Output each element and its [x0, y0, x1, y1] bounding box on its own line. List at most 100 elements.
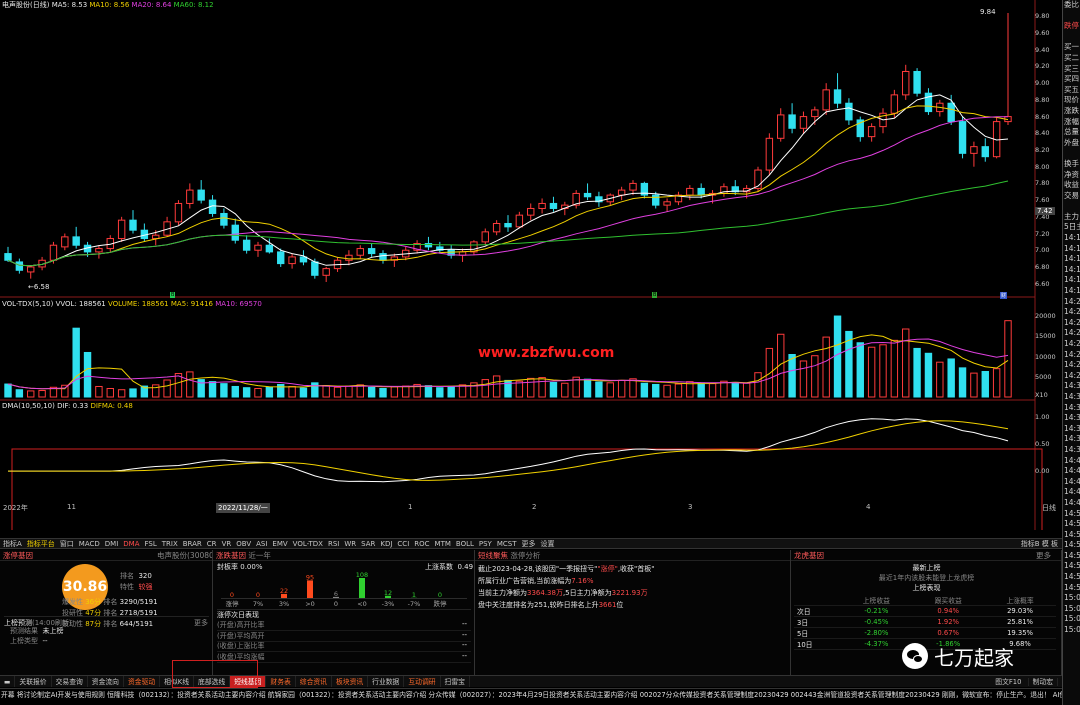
listing-performance-label: 上榜表现 [912, 584, 941, 592]
price-high-label: 9.84 [980, 8, 996, 16]
dist-label: -7% [408, 600, 421, 608]
vol-title: VOL-TDX(5,10) [2, 300, 54, 308]
indicator-tab-mtm[interactable]: MTM [435, 540, 451, 548]
indicator-tab-roc[interactable]: ROC [414, 540, 429, 548]
tabs-collapse-button[interactable]: ▬ [0, 676, 16, 687]
candle-up [288, 256, 296, 265]
indicator-tab-dma[interactable]: DMA [123, 540, 139, 548]
focus-text: 盘中关注度排名为251,较昨日排名上升 [478, 601, 599, 609]
forecast-type-label: 上榜类型 [10, 637, 38, 645]
indicator-tab-指标平台[interactable]: 指标平台 [27, 539, 55, 548]
toolbar-right-item[interactable]: 指标B [1021, 540, 1042, 548]
indicator-tab-vr[interactable]: VR [222, 540, 232, 548]
candle-down [913, 70, 921, 94]
volume-bar [288, 385, 296, 398]
volume-tick: 20000 [1035, 312, 1056, 321]
candle-up [799, 116, 808, 129]
price-tick: 8.20 [1035, 146, 1050, 154]
bottom-tab[interactable]: 关联报价 [15, 676, 52, 687]
indicator-tab-boll[interactable]: BOLL [456, 540, 474, 548]
indicator-tab-trix[interactable]: TRIX [162, 540, 178, 548]
price-tick: 7.20 [1035, 229, 1050, 238]
candle-up [322, 268, 330, 276]
indicator-tab-vol-tdx[interactable]: VOL-TDX [293, 540, 323, 548]
volume-bar [265, 386, 274, 398]
indicator-tab-rsi[interactable]: RSI [328, 540, 339, 548]
side-panel-row: 14:2 [1064, 370, 1080, 380]
side-panel-row [1063, 201, 1080, 212]
bottom-tab[interactable]: 互动调研 [404, 676, 441, 687]
price-tick: 6.80 [1035, 262, 1050, 271]
kline-chart[interactable] [0, 0, 1062, 530]
side-panel-row: 14:4 [1064, 455, 1080, 465]
wechat-badge: 七万起家 [902, 640, 1014, 672]
indicator-tab-dmi[interactable]: DMI [105, 540, 119, 548]
side-panel-row [1063, 148, 1080, 159]
indicator-tab-窗口[interactable]: 窗口 [60, 539, 74, 548]
side-panel-row [1063, 11, 1080, 22]
news-ticker[interactable]: 开幕 将讨论制定AI开发与使用规则 恒隆科技（002132）：投资者关系活动主要… [0, 688, 1080, 705]
dist-value: 0 [256, 591, 260, 599]
ma10-legend: MA10: 8.56 [89, 1, 130, 9]
bottom-tab[interactable]: 板块资讯 [332, 676, 369, 687]
volume-bar [879, 344, 887, 398]
volume-bar [981, 371, 989, 398]
indicator-tab-asi[interactable]: ASI [256, 540, 267, 548]
indicator-tab-cci[interactable]: CCI [397, 540, 409, 548]
table-cell: 3日 [794, 616, 841, 628]
forecast-more-link[interactable]: 更多 [194, 618, 208, 628]
table-cell: 1.92% [912, 616, 985, 628]
bottom-tab[interactable]: 资金流向 [88, 676, 124, 687]
bottom-right-tab[interactable]: 图文F10 [991, 678, 1029, 686]
indicator-tab-更多[interactable]: 更多 [522, 539, 536, 548]
price-tick: 8.60 [1035, 112, 1050, 121]
indicator-tab-emv[interactable]: EMV [272, 540, 287, 548]
vol-ma10-legend: MA10: 69570 [215, 300, 262, 308]
bottom-right-tab[interactable]: 制动宏 [1028, 678, 1058, 686]
indicator-tab-brar[interactable]: BRAR [183, 540, 202, 548]
indicator-tab-cr[interactable]: CR [207, 540, 217, 548]
candle-up [777, 114, 785, 139]
indicator-tab-sar[interactable]: SAR [361, 540, 375, 548]
price-tick: 9.20 [1035, 62, 1050, 71]
volume-bar [345, 385, 353, 398]
toolbar-right-item[interactable]: 模 [1042, 540, 1051, 548]
volume-bar [640, 382, 649, 398]
candle-down [788, 114, 796, 129]
toolbar-right: 指标B 模 板 [1021, 539, 1062, 548]
candle-up [902, 70, 910, 96]
ma20-legend: MA20: 8.64 [131, 1, 172, 9]
bottom-tab[interactable]: 扫雷宝 [441, 676, 470, 687]
indicator-tab-psy[interactable]: PSY [479, 540, 492, 548]
bottom-tab[interactable]: 交易查询 [52, 676, 88, 687]
dragon-tiger-more-link[interactable]: 更多 [1036, 550, 1051, 561]
volume-bar [515, 380, 524, 398]
bottom-tab[interactable]: 行业数据 [368, 676, 405, 687]
indicator-tab-macd[interactable]: MACD [79, 540, 100, 548]
volume-bar [742, 382, 751, 398]
volume-bar [163, 379, 171, 398]
toolbar-right-item[interactable]: 板 [1051, 540, 1058, 548]
bottom-tab[interactable]: 综合资讯 [296, 676, 332, 687]
bottom-tab[interactable]: 财务表 [266, 676, 296, 687]
table-row: 3日 -0.45% 1.92% 25.81% [794, 616, 1056, 628]
indicator-tab-kdj[interactable]: KDJ [380, 540, 392, 548]
indicator-tab-mcst[interactable]: MCST [497, 540, 517, 548]
dist-value: 108 [356, 572, 368, 579]
dragon-tiger-title: 龙虎基因 [794, 551, 824, 560]
focus-text: 所属行业广告营销,当前涨幅为 [478, 577, 572, 585]
indicator-tab-fsl[interactable]: FSL [145, 540, 157, 548]
forecast-result-value: 未上榜 [42, 627, 64, 635]
side-panel-row: 外盘 [1064, 137, 1079, 147]
indicator-tab-obv[interactable]: OBV [236, 540, 251, 548]
bottom-tab[interactable]: 资金驱动 [124, 676, 161, 687]
side-panel-row: 14:4 [1064, 487, 1080, 497]
volume-bar [799, 360, 808, 398]
next-day-row: (开盘)高开比率 -- [217, 620, 471, 631]
volume-bar [924, 352, 933, 398]
indicator-tab-指标a[interactable]: 指标A [3, 539, 22, 548]
indicator-tab-wr[interactable]: WR [344, 540, 356, 548]
indicator-tab-设置[interactable]: 设置 [541, 539, 555, 548]
candle-up [481, 231, 489, 243]
side-panel-row: 14:4 [1064, 497, 1080, 507]
